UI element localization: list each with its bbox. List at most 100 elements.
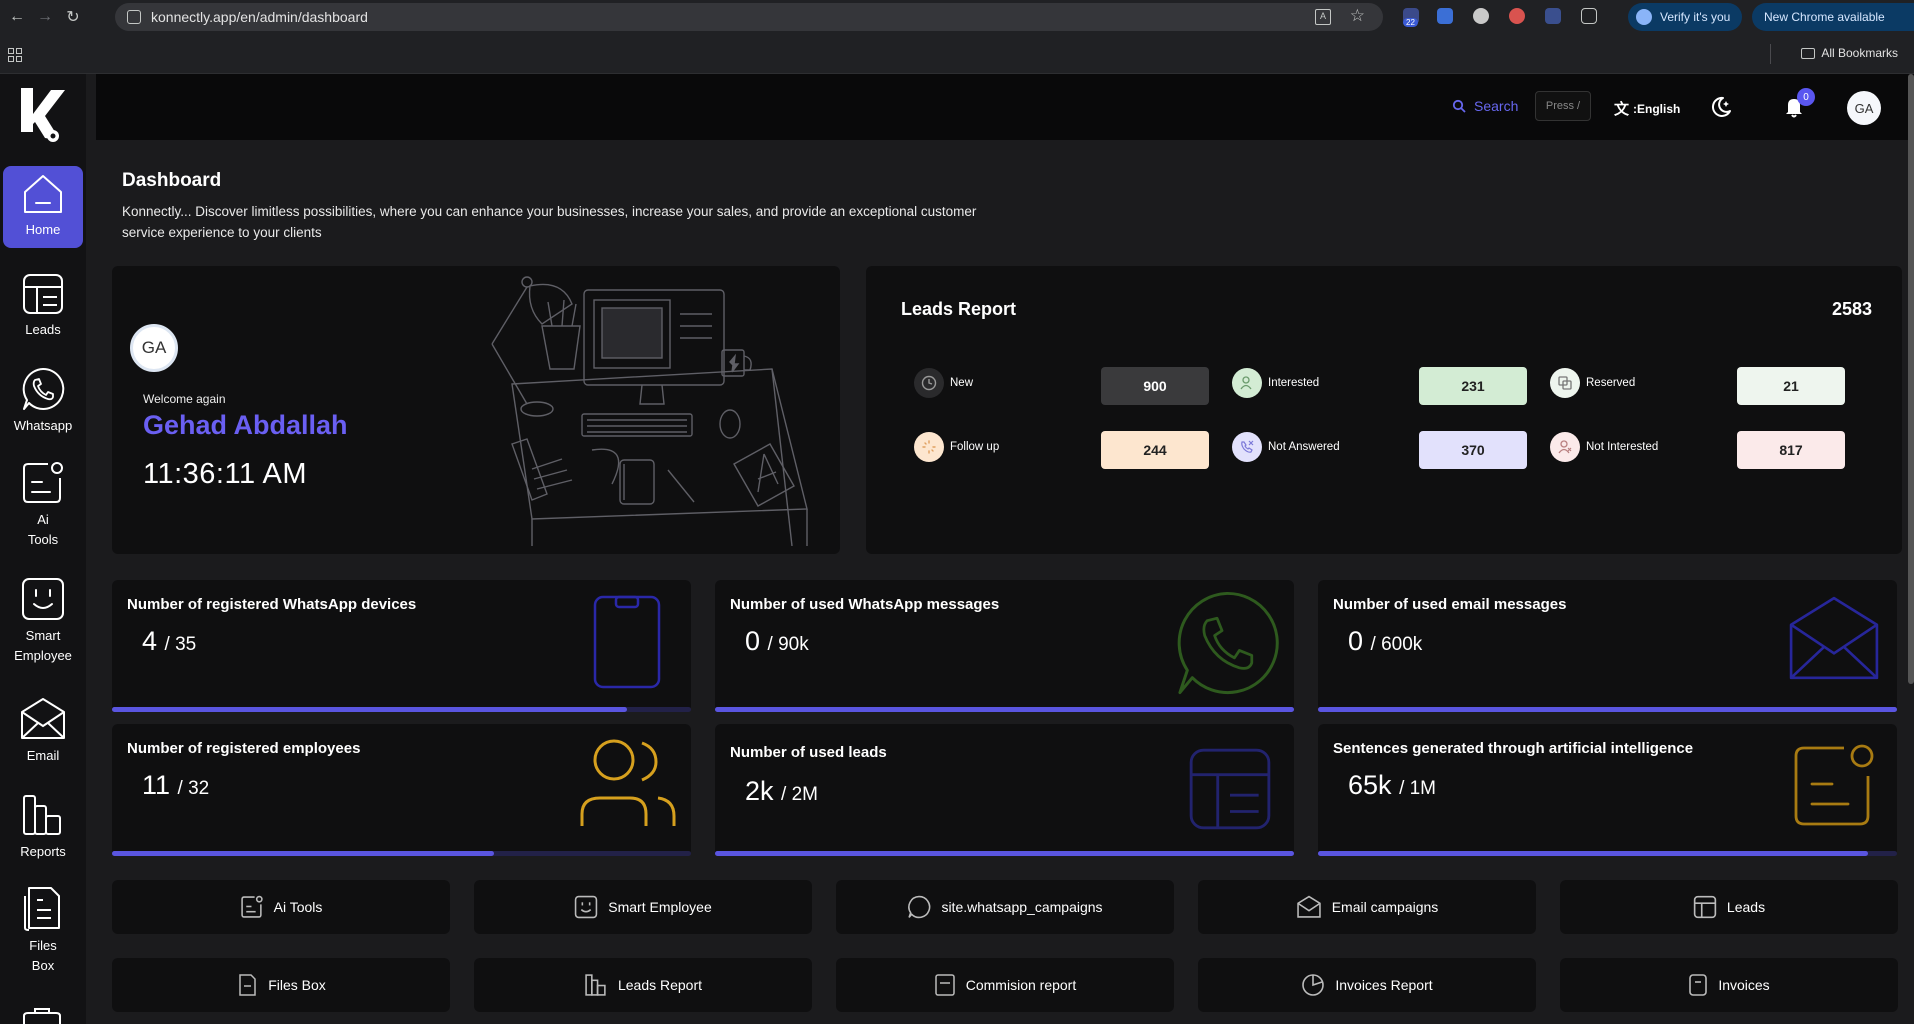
extension-icon[interactable] — [1545, 8, 1561, 24]
sidebar-item-ai-tools[interactable]: Ai Tools — [3, 460, 83, 550]
lead-status-reserved: Reserved — [1550, 368, 1635, 398]
quick-link-invoices-report[interactable]: Invoices Report — [1198, 958, 1536, 1012]
envelope-icon — [1296, 895, 1321, 918]
envelope-icon — [1789, 596, 1879, 680]
language-switcher[interactable]: 文 :English — [1614, 98, 1680, 119]
apps-grid-icon[interactable] — [8, 48, 22, 62]
stat-value: 0 / 90k — [745, 626, 809, 657]
files-icon — [24, 887, 60, 931]
stat-value: 65k / 1M — [1348, 770, 1436, 801]
reload-icon[interactable]: ↻ — [62, 6, 84, 28]
stat-value: 0 / 600k — [1348, 626, 1422, 657]
extension-icon[interactable] — [1437, 8, 1453, 24]
quick-link-label: Leads — [1726, 899, 1766, 915]
lead-status-label: Follow up — [950, 441, 1000, 453]
user-avatar: GA — [130, 324, 178, 372]
bookmarks-bar: All Bookmarks — [0, 34, 1914, 74]
briefcase-icon[interactable] — [22, 1008, 62, 1024]
sidebar-item-email[interactable]: Email — [3, 696, 83, 766]
phone-missed-icon — [1232, 432, 1262, 462]
browser-toolbar: ← → ↻ konnectly.app/en/admin/dashboard A… — [0, 0, 1914, 34]
quick-link-smart-employee[interactable]: Smart Employee — [474, 880, 812, 934]
leads-report-total: 2583 — [1831, 299, 1872, 319]
usage-progress-bar — [112, 707, 691, 712]
stat-card-employees: Number of registered employees 11 / 32 — [112, 724, 691, 856]
stat-total: / 600k — [1370, 634, 1423, 655]
address-bar[interactable]: konnectly.app/en/admin/dashboard A ☆ — [115, 3, 1383, 31]
konnectly-logo — [21, 88, 65, 142]
stat-title: Number of used WhatsApp messages — [730, 596, 1000, 613]
search-button[interactable]: Search — [1452, 98, 1518, 114]
usage-progress-bar — [112, 851, 691, 856]
verify-account-button[interactable]: Verify it's you — [1628, 3, 1742, 31]
clock-icon — [914, 368, 944, 398]
stat-value: 2k / 2M — [745, 776, 818, 807]
quick-link-invoices[interactable]: Invoices — [1560, 958, 1898, 1012]
avatar[interactable]: GA — [1847, 91, 1881, 125]
lead-status-value: 21 — [1737, 367, 1845, 405]
all-bookmarks-label: All Bookmarks — [1821, 46, 1898, 60]
quick-link-label: Files Box — [268, 977, 326, 993]
quick-link-label: Leads Report — [617, 977, 703, 993]
moon-icon[interactable] — [1710, 96, 1732, 118]
bar-chart-icon — [585, 974, 606, 996]
invoice-icon — [1689, 974, 1708, 996]
quick-link-label: Invoices — [1718, 977, 1770, 993]
puzzle-icon[interactable] — [1581, 8, 1597, 24]
stat-card-whatsapp-messages: Number of used WhatsApp messages 0 / 90k — [715, 580, 1294, 712]
welcome-card: GA Welcome again Gehad Abdallah 11:36:11… — [112, 266, 840, 554]
stat-total: / 32 — [177, 778, 210, 799]
usage-progress-bar — [1318, 707, 1897, 712]
lead-status-follow-up: Follow up — [914, 432, 999, 462]
stat-total: / 90k — [767, 634, 809, 655]
stat-used: 11 — [142, 770, 171, 800]
forward-icon[interactable]: → — [34, 6, 56, 28]
search-icon — [1452, 99, 1466, 113]
scrollbar[interactable] — [1908, 74, 1914, 684]
quick-link-ai-tools[interactable]: Ai Tools — [112, 880, 450, 934]
lead-status-label: New — [950, 377, 974, 389]
bookmark-star-icon[interactable]: ☆ — [1350, 6, 1365, 26]
quick-link-email-campaigns[interactable]: Email campaigns — [1198, 880, 1536, 934]
sidebar-item-label: Smart Employee — [14, 628, 72, 663]
sidebar-item-leads[interactable]: Leads — [3, 272, 83, 340]
quick-link-leads[interactable]: Leads — [1560, 880, 1898, 934]
quick-link-leads-report[interactable]: Leads Report — [474, 958, 812, 1012]
search-shortcut: Press / — [1535, 91, 1591, 121]
stat-title: Number of registered employees — [127, 740, 361, 757]
stat-total: / 1M — [1399, 778, 1437, 799]
all-bookmarks-button[interactable]: All Bookmarks — [1801, 46, 1898, 60]
sidebar-item-home[interactable]: Home — [3, 166, 83, 248]
quick-link-files-box[interactable]: Files Box — [112, 958, 450, 1012]
sidebar-item-files-box[interactable]: Files Box — [3, 884, 83, 976]
quick-link-whatsapp-campaigns[interactable]: site.whatsapp_campaigns — [836, 880, 1174, 934]
verify-label: Verify it's you — [1660, 10, 1731, 24]
back-icon[interactable]: ← — [6, 6, 28, 28]
whatsapp-icon — [1177, 591, 1279, 695]
stat-used: 0 — [1348, 626, 1364, 656]
quick-link-commision-report[interactable]: Commision report — [836, 958, 1174, 1012]
home-icon — [24, 175, 62, 213]
quick-link-label: Email campaigns — [1331, 899, 1439, 915]
translate-icon: 文 — [1614, 101, 1630, 118]
extension-badge: 22 — [1403, 18, 1418, 27]
sidebar-item-whatsapp[interactable]: Whatsapp — [3, 366, 83, 436]
sidebar-item-reports[interactable]: Reports — [3, 792, 83, 862]
lead-status-value: 244 — [1101, 431, 1209, 469]
stat-title: Number of used leads — [730, 744, 887, 761]
lead-status-value: 817 — [1737, 431, 1845, 469]
lead-status-value: 900 — [1101, 367, 1209, 405]
lead-status-label: Interested — [1268, 377, 1320, 389]
site-info-icon[interactable] — [127, 10, 141, 24]
files-icon — [239, 974, 256, 996]
phone-icon — [593, 595, 661, 689]
chrome-update-button[interactable]: New Chrome available — [1752, 3, 1914, 31]
loader-icon — [914, 432, 944, 462]
extension-icon[interactable] — [1509, 8, 1525, 24]
stat-title: Sentences generated through artificial i… — [1333, 740, 1694, 757]
extension-icon[interactable] — [1473, 8, 1489, 24]
usage-progress-fill — [715, 851, 1294, 856]
translate-icon[interactable]: A — [1315, 9, 1331, 25]
sidebar-item-smart-employee[interactable]: Smart Employee — [3, 576, 83, 666]
quick-link-label: Ai Tools — [273, 899, 323, 915]
